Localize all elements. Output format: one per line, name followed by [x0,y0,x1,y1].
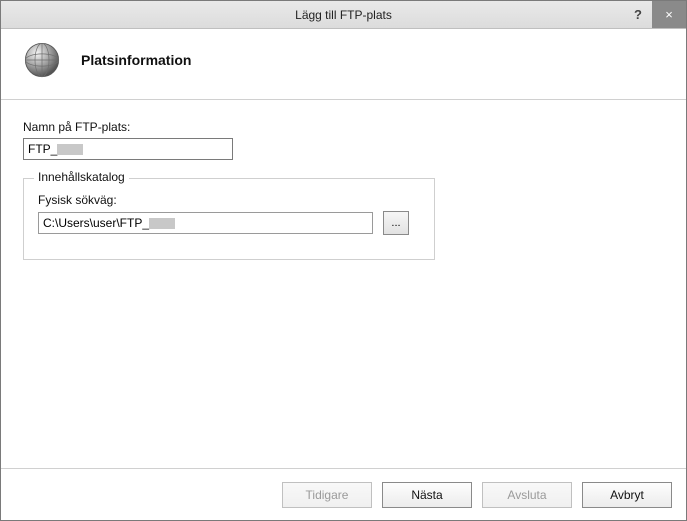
site-name-label: Namn på FTP-plats: [23,120,664,134]
site-name-value-redacted [57,144,83,155]
close-button[interactable]: × [652,1,686,28]
finish-button: Avsluta [482,482,572,508]
wizard-footer: Tidigare Nästa Avsluta Avbryt [1,468,686,520]
site-name-value-prefix: FTP_ [28,142,57,156]
dialog-window: Lägg till FTP-plats ? × P [0,0,687,521]
titlebar-buttons: ? × [624,1,686,28]
globe-icon [21,39,63,81]
close-icon: × [665,7,673,22]
window-title: Lägg till FTP-plats [1,8,686,22]
previous-button: Tidigare [282,482,372,508]
cancel-button[interactable]: Avbryt [582,482,672,508]
wizard-page-title: Platsinformation [81,52,191,68]
physical-path-value-prefix: C:\Users\user\FTP_ [43,216,149,230]
help-button[interactable]: ? [624,1,652,28]
site-name-input[interactable]: FTP_ [23,138,233,160]
physical-path-row: C:\Users\user\FTP_ ... [38,211,420,235]
physical-path-value-redacted [149,218,175,229]
browse-button[interactable]: ... [383,211,409,235]
titlebar: Lägg till FTP-plats ? × [1,1,686,29]
help-icon: ? [634,7,642,22]
wizard-content: Namn på FTP-plats: FTP_ Innehållskatalog… [1,100,686,468]
content-directory-group: Innehållskatalog Fysisk sökväg: C:\Users… [23,178,435,260]
ellipsis-icon: ... [391,218,400,229]
physical-path-input[interactable]: C:\Users\user\FTP_ [38,212,373,234]
next-button[interactable]: Nästa [382,482,472,508]
physical-path-label: Fysisk sökväg: [38,193,420,207]
content-directory-legend: Innehållskatalog [34,170,129,184]
wizard-header: Platsinformation [1,29,686,100]
